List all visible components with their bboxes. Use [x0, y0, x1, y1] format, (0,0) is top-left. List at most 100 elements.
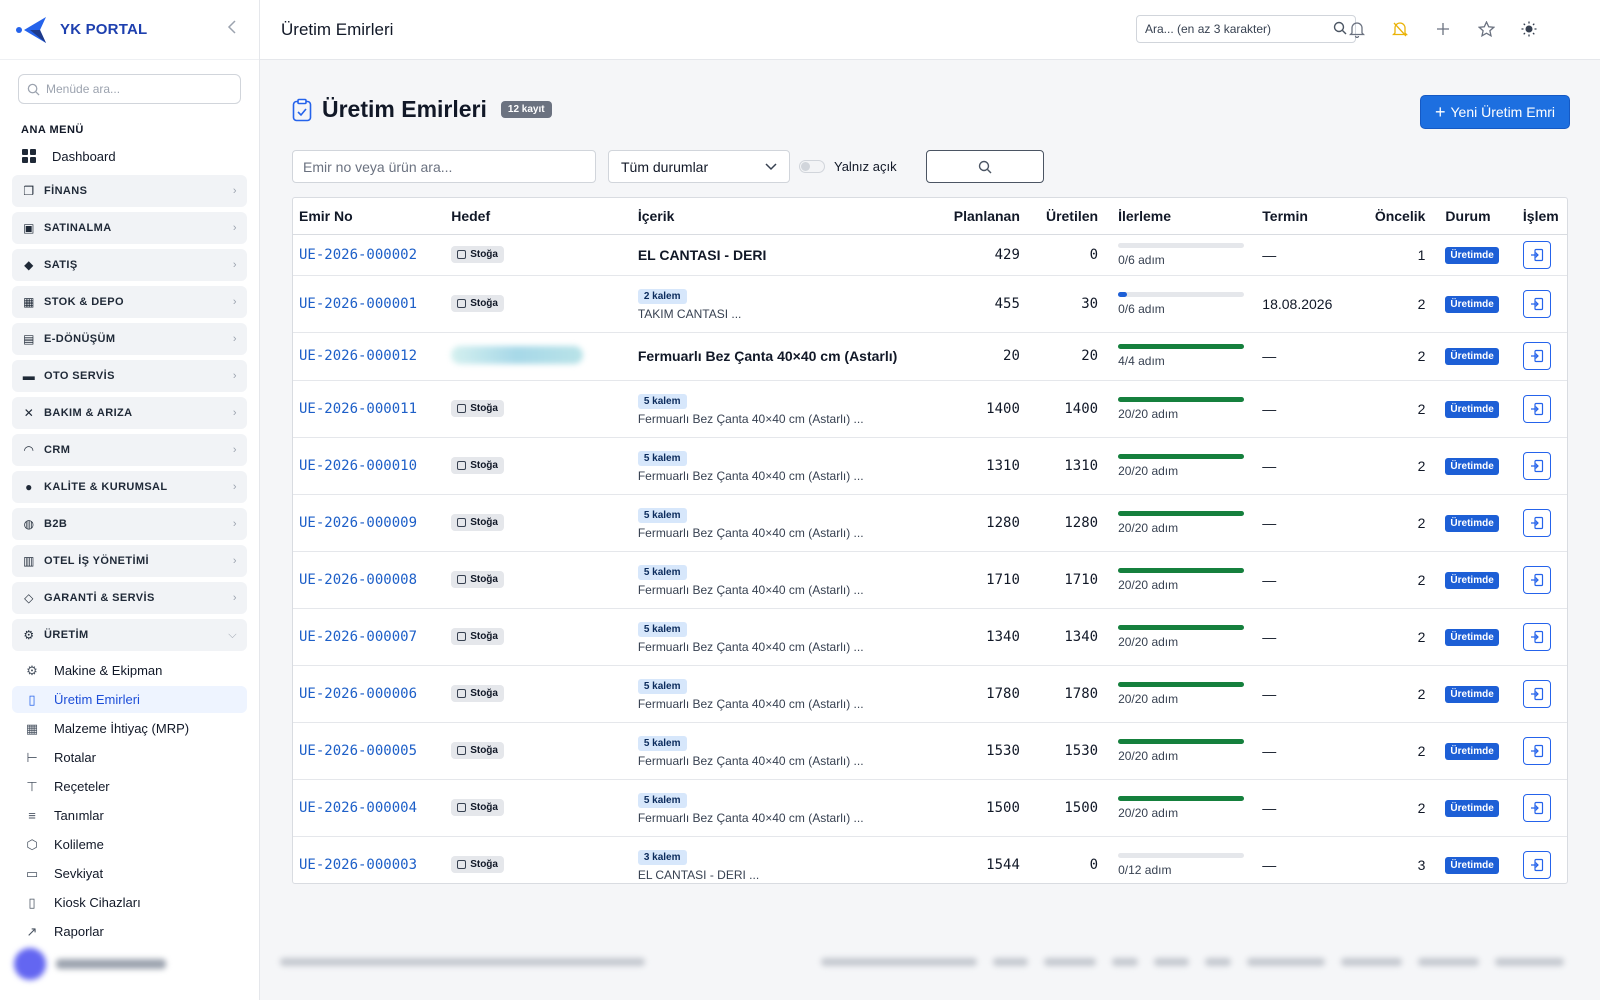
calculator-icon: ▦ [25, 720, 39, 736]
chevron-right-icon: › [232, 407, 237, 419]
theme-sun-icon[interactable] [1518, 18, 1540, 40]
sidebar-group-crm[interactable]: ◠ CRM › [12, 434, 247, 466]
progress-text: 0/6 adım [1118, 252, 1165, 267]
order-number-link[interactable]: UE-2026-000006 [299, 686, 417, 702]
sidebar-item-chart[interactable]: ↗ Raporlar [12, 918, 247, 945]
global-search-input[interactable]: Ara... (en az 3 karakter) [1136, 15, 1356, 43]
table-row[interactable]: UE-2026-000012 Fermuarlı Bez Çanta 40×40 … [293, 332, 1567, 381]
bell-off-icon[interactable] [1389, 18, 1411, 40]
sidebar-group-e-d-n-m[interactable]: ▤ E-DÖNÜŞÜM › [12, 323, 247, 355]
sidebar-group-garanti-servi-s[interactable]: ◇ GARANTİ & SERVİS › [12, 582, 247, 614]
progress-text: 20/20 adım [1118, 520, 1179, 535]
signpost-icon: ⊢ [26, 749, 38, 765]
column-header[interactable]: Planlanan [913, 198, 1026, 235]
column-header[interactable]: Hedef [445, 198, 632, 235]
sidebar-group-kali-te-kurumsal[interactable]: ● KALİTE & KURUMSAL › [12, 471, 247, 503]
bell-icon[interactable] [1346, 18, 1368, 40]
table-row[interactable]: UE-2026-000003 Stoğa 3 kalem EL CANTASI - D… [293, 836, 1567, 883]
menu-search-input[interactable]: Menüde ara... [18, 74, 241, 104]
document-icon: ▤ [23, 332, 35, 346]
sidebar-item-hierarchy[interactable]: ⊤ Reçeteler [12, 773, 247, 800]
sidebar-item-clipboard[interactable]: ▯ Üretim Emirleri [12, 686, 247, 713]
sidebar-item-machine[interactable]: ⚙ Makine & Ekipman [12, 657, 247, 684]
open-order-button[interactable] [1522, 342, 1551, 370]
sidebar-item-tablet[interactable]: ▯ Kiosk Cihazları [12, 889, 247, 916]
table-row[interactable]: UE-2026-000009 Stoğa 5 kalem Fermuarlı Bez … [293, 494, 1567, 552]
column-header[interactable]: İlerleme [1104, 198, 1257, 235]
order-number-link[interactable]: UE-2026-000002 [299, 247, 417, 263]
open-order-button[interactable] [1522, 850, 1551, 879]
sidebar-group-bakim-ariza[interactable]: ✕ BAKIM & ARIZA › [12, 397, 247, 429]
order-search-input[interactable]: Emir no veya ürün ara... [292, 150, 596, 183]
order-number-link[interactable]: UE-2026-000007 [299, 629, 417, 645]
star-icon[interactable] [1475, 18, 1497, 40]
order-number-link[interactable]: UE-2026-000011 [299, 401, 417, 417]
column-header[interactable]: İşlem [1516, 198, 1567, 235]
priority: 3 [1417, 856, 1426, 873]
plus-icon[interactable] [1432, 18, 1454, 40]
sidebar-group-label: STOK & DEPO [44, 296, 124, 308]
sidebar-group-fi-nans[interactable]: ❐ FİNANS › [12, 175, 247, 207]
table-row[interactable]: UE-2026-000010 Stoğa 5 kalem Fermuarlı Bez … [293, 437, 1567, 495]
column-header[interactable]: Termin [1256, 198, 1361, 235]
order-number-link[interactable]: UE-2026-000005 [299, 743, 417, 759]
progress-fill [1118, 738, 1245, 744]
sidebar-group-satinalma[interactable]: ▣ SATINALMA › [12, 212, 247, 244]
table-row[interactable]: UE-2026-000004 Stoğa 5 kalem Fermuarlı Bez … [293, 779, 1567, 837]
sidebar-group-stok-depo[interactable]: ▦ STOK & DEPO › [12, 286, 247, 318]
order-number-link[interactable]: UE-2026-000001 [299, 296, 417, 312]
target-badge: Stoğa [451, 571, 504, 588]
sidebar-item-sliders[interactable]: ≡ Tanımlar [12, 802, 247, 829]
column-header[interactable]: Durum [1431, 198, 1517, 235]
sidebar-group-otel-i-y-neti-mi-[interactable]: ▥ OTEL İŞ YÖNETİMİ › [12, 545, 247, 577]
order-number-link[interactable]: UE-2026-000004 [299, 800, 417, 816]
open-order-button[interactable] [1522, 679, 1551, 708]
open-order-button[interactable] [1522, 736, 1551, 765]
only-open-toggle[interactable] [799, 160, 825, 173]
open-order-button[interactable] [1522, 240, 1551, 269]
open-order-button[interactable] [1522, 394, 1551, 423]
column-header[interactable]: Öncelik [1360, 198, 1432, 235]
new-production-order-button[interactable]: + Yeni Üretim Emri [1420, 95, 1570, 129]
column-header[interactable]: Emir No [293, 198, 446, 235]
headset-icon: ◠ [24, 443, 34, 457]
order-number-link[interactable]: UE-2026-000003 [299, 857, 417, 873]
column-header[interactable]: Üretilen [1025, 198, 1105, 235]
sidebar-item-signpost[interactable]: ⊢ Rotalar [12, 744, 247, 771]
user-profile[interactable] [14, 942, 246, 986]
sidebar-group-sati-[interactable]: ◆ SATIŞ › [12, 249, 247, 281]
search-button[interactable] [926, 150, 1044, 183]
open-order-button[interactable] [1522, 289, 1551, 318]
column-header[interactable]: İçerik [631, 198, 914, 235]
open-order-button[interactable] [1522, 451, 1551, 480]
table-row[interactable]: UE-2026-000011 Stoğa 5 kalem Fermuarlı Bez … [293, 380, 1567, 438]
order-number-link[interactable]: UE-2026-000009 [299, 515, 417, 531]
sidebar-item-package[interactable]: ⬡ Kolileme [12, 831, 247, 858]
priority: 2 [1417, 799, 1426, 816]
chevron-right-icon: › [232, 296, 237, 308]
target-label: Stoğa [470, 403, 498, 414]
sidebar-group-b2b[interactable]: ◍ B2B › [12, 508, 247, 540]
status-select[interactable]: Tüm durumlar [608, 150, 790, 183]
order-number-link[interactable]: UE-2026-000010 [299, 458, 417, 474]
due-date: — [1262, 348, 1277, 364]
sidebar-collapse-icon[interactable] [227, 20, 237, 39]
order-number-link[interactable]: UE-2026-000012 [299, 348, 417, 364]
sidebar-item-calculator[interactable]: ▦ Malzeme İhtiyaç (MRP) [12, 715, 247, 742]
sidebar-group-oto-servi-s[interactable]: ▬ OTO SERVİS › [12, 360, 247, 392]
sidebar-item-truck[interactable]: ▭ Sevkiyat [12, 860, 247, 887]
table-row[interactable]: UE-2026-000008 Stoğa 5 kalem Fermuarlı Bez … [293, 551, 1567, 609]
sign-in-icon [1530, 516, 1544, 529]
open-order-button[interactable] [1522, 622, 1551, 651]
order-number-link[interactable]: UE-2026-000008 [299, 572, 417, 588]
open-order-button[interactable] [1522, 793, 1551, 822]
sidebar-item-dashboard[interactable]: Dashboard [0, 142, 259, 170]
open-order-button[interactable] [1522, 565, 1551, 594]
table-row[interactable]: UE-2026-000001 Stoğa 2 kalem TAKIM CANTASI … [293, 275, 1567, 333]
table-row[interactable]: UE-2026-000002 Stoğa EL CANTASI - DERI 429 0… [293, 234, 1567, 276]
table-row[interactable]: UE-2026-000006 Stoğa 5 kalem Fermuarlı Bez … [293, 665, 1567, 723]
table-row[interactable]: UE-2026-000005 Stoğa 5 kalem Fermuarlı Bez … [293, 722, 1567, 780]
sidebar-group--reti-m[interactable]: ⚙ ÜRETİM ⌵ [12, 619, 247, 651]
open-order-button[interactable] [1522, 508, 1551, 537]
table-row[interactable]: UE-2026-000007 Stoğa 5 kalem Fermuarlı Bez … [293, 608, 1567, 666]
